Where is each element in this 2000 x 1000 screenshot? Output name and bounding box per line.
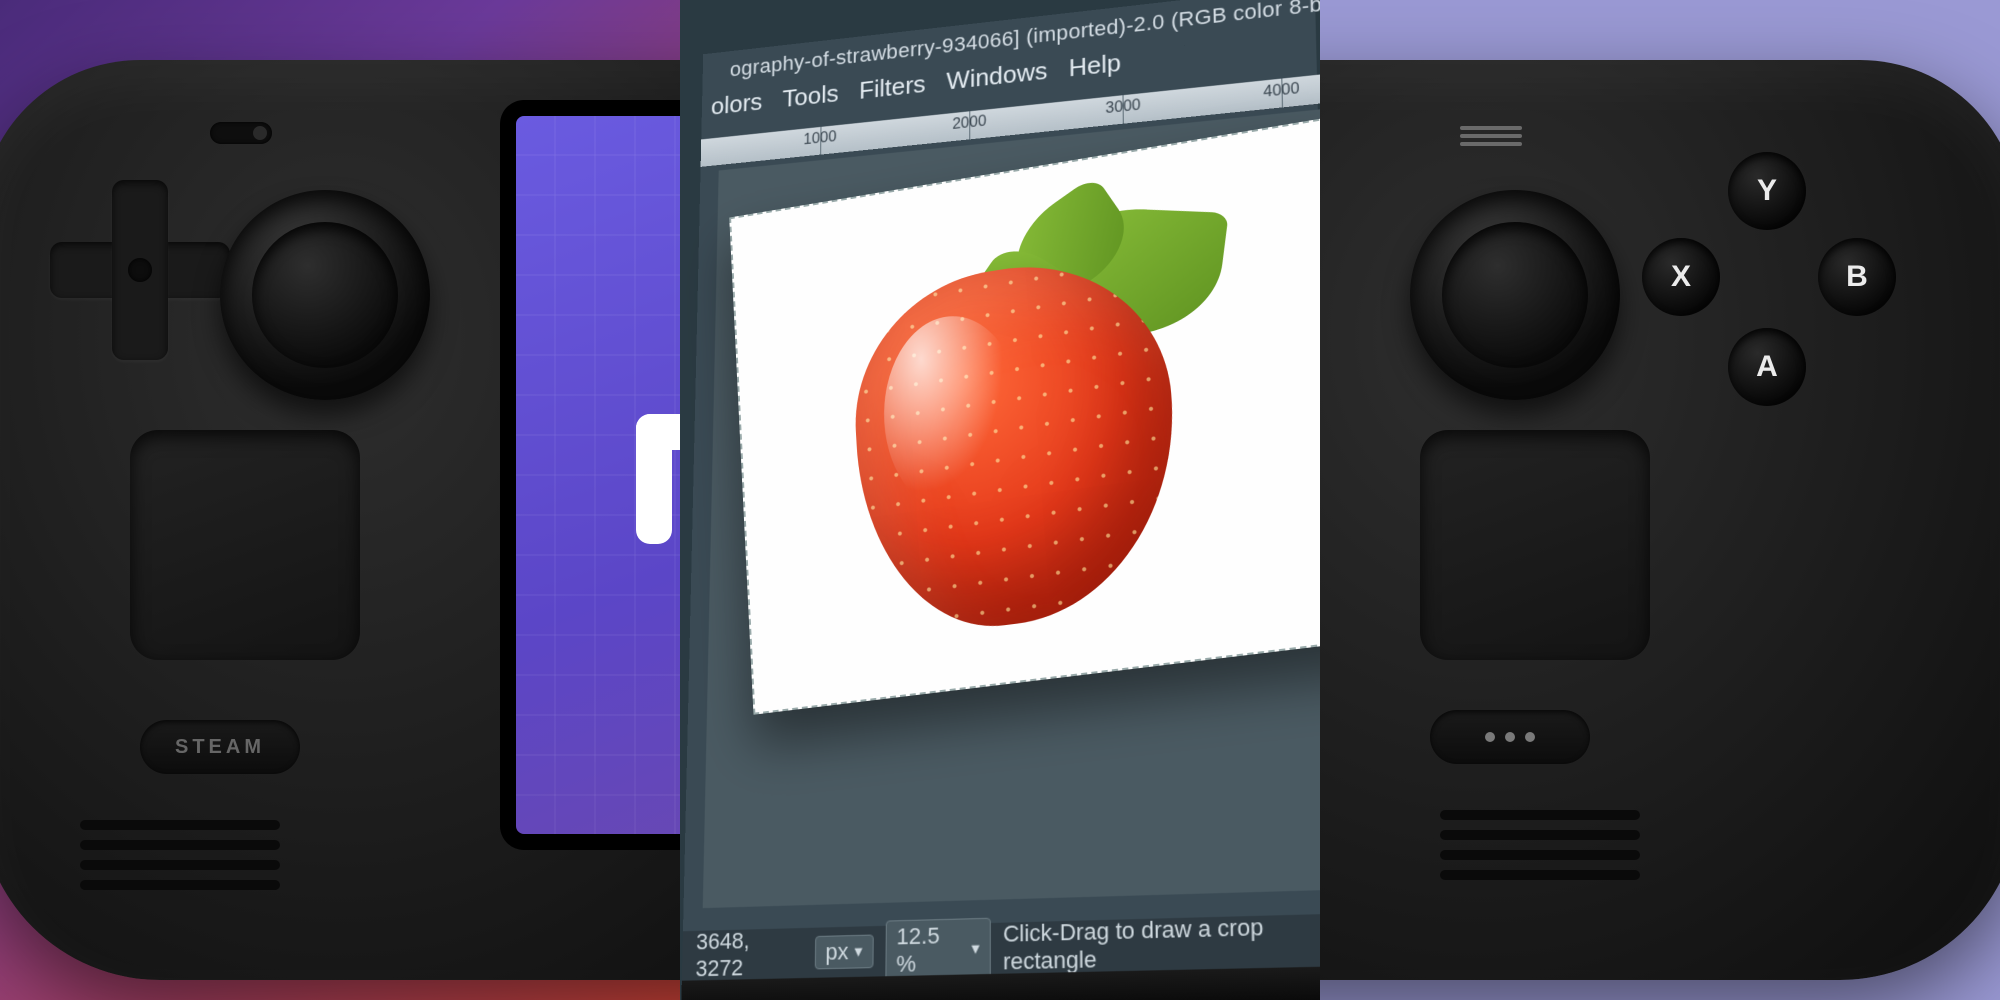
speaker-grille-right: [1440, 810, 1640, 880]
status-hint: Click-Drag to draw a crop rectangle: [1003, 911, 1320, 976]
deck-screen-left-slice: [500, 100, 680, 850]
a-button[interactable]: A: [1728, 328, 1806, 406]
gimp-image-canvas[interactable]: [729, 117, 1320, 715]
panel-center-gimp-photo: ography-of-strawberry-934066] (imported)…: [680, 0, 1320, 1000]
status-coords: 3648, 3272: [695, 926, 803, 983]
right-thumbstick[interactable]: [1410, 190, 1620, 400]
gimp-canvas-area[interactable]: [703, 103, 1320, 908]
menu-button[interactable]: [1460, 126, 1522, 146]
dpad[interactable]: [50, 180, 230, 360]
left-trackpad[interactable]: [130, 430, 360, 660]
menu-help[interactable]: Help: [1069, 48, 1121, 83]
menu-filters[interactable]: Filters: [859, 70, 926, 106]
b-button[interactable]: B: [1818, 238, 1896, 316]
face-buttons: Y B A X: [1650, 160, 1890, 400]
screen-logo-fragment: [636, 414, 680, 574]
steam-button[interactable]: STEAM: [140, 720, 300, 774]
right-trackpad[interactable]: [1420, 430, 1650, 660]
y-button[interactable]: Y: [1728, 152, 1806, 230]
chevron-down-icon: ▾: [854, 941, 862, 962]
steamdeck-body-right: Y B A X: [1320, 60, 2000, 980]
speaker-grille-left: [80, 820, 280, 890]
status-zoom-dropdown[interactable]: 12.5 %▾: [885, 918, 991, 982]
menu-tools[interactable]: Tools: [782, 79, 839, 113]
panel-right-steamdeck: Follow ▶I ⋮ ommute37 min to Home41 min 0…: [1320, 0, 2000, 1000]
menu-windows[interactable]: Windows: [946, 56, 1047, 96]
quick-access-button[interactable]: [1430, 710, 1590, 764]
status-unit-dropdown[interactable]: px▾: [814, 935, 873, 970]
view-button[interactable]: [210, 122, 272, 144]
panel-left-steamdeck: STEAM: [0, 0, 680, 1000]
left-thumbstick[interactable]: [220, 190, 430, 400]
x-button[interactable]: X: [1642, 238, 1720, 316]
menu-colors[interactable]: olors: [711, 87, 763, 121]
chevron-down-icon: ▾: [971, 938, 979, 959]
